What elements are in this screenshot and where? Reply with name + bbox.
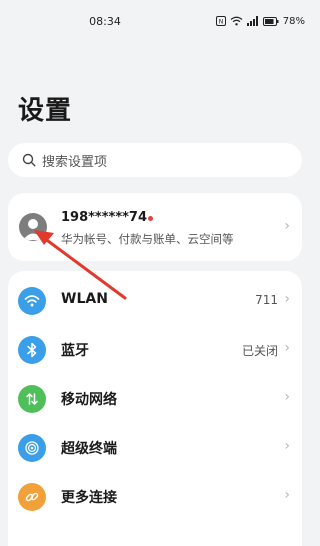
chevron-right-icon: › xyxy=(284,487,290,503)
chevron-right-icon: › xyxy=(284,218,290,234)
settings-item-value: 711 xyxy=(255,293,278,307)
signal-icon xyxy=(246,16,258,26)
wifi-icon xyxy=(230,16,243,26)
status-bar: 08:34 N 78% xyxy=(0,0,313,42)
settings-list: WLAN 711 › 蓝牙 已关闭 › 移动网络 › 超级终端 › 更多连接 › xyxy=(8,271,302,546)
account-number: 198******74 xyxy=(61,210,148,225)
chevron-right-icon: › xyxy=(284,438,290,454)
super-device-icon xyxy=(18,434,46,462)
page-title: 设置 xyxy=(18,96,73,126)
settings-item-label: 超级终端 xyxy=(61,441,117,457)
bluetooth-icon xyxy=(18,336,46,364)
search-icon xyxy=(22,153,36,167)
avatar-icon xyxy=(19,213,47,241)
settings-item-bluetooth[interactable]: 蓝牙 已关闭 › xyxy=(8,325,302,374)
settings-item-mobile-network[interactable]: 移动网络 › xyxy=(8,374,302,423)
settings-item-label: 移动网络 xyxy=(61,392,117,408)
chevron-right-icon: › xyxy=(284,389,290,405)
notification-dot xyxy=(148,216,153,221)
status-icons: N 78% xyxy=(215,14,305,28)
nfc-icon: N xyxy=(215,16,226,26)
wifi-icon xyxy=(18,287,46,315)
search-input[interactable]: 搜索设置项 xyxy=(8,143,302,177)
account-subtitle: 华为帐号、付款与账单、云空间等 xyxy=(61,232,234,246)
battery-icon xyxy=(262,16,279,26)
settings-item-value: 已关闭 xyxy=(241,344,278,358)
chevron-right-icon: › xyxy=(284,291,290,307)
settings-item-super-device[interactable]: 超级终端 › xyxy=(8,423,302,472)
battery-percent: 78% xyxy=(282,15,305,27)
chevron-right-icon: › xyxy=(284,340,290,356)
settings-item-label: 更多连接 xyxy=(61,490,117,506)
settings-item-label: 蓝牙 xyxy=(61,343,89,359)
svg-text:N: N xyxy=(219,19,224,26)
mobile-network-icon xyxy=(18,385,46,413)
settings-item-label: WLAN xyxy=(61,291,108,307)
settings-item-wlan[interactable]: WLAN 711 › xyxy=(8,276,302,325)
link-icon xyxy=(18,483,46,511)
search-placeholder: 搜索设置项 xyxy=(42,154,108,170)
account-card[interactable]: 198******74 华为帐号、付款与账单、云空间等 › xyxy=(8,193,302,261)
settings-item-more-connections[interactable]: 更多连接 › xyxy=(8,472,302,521)
status-time: 08:34 xyxy=(89,15,121,28)
